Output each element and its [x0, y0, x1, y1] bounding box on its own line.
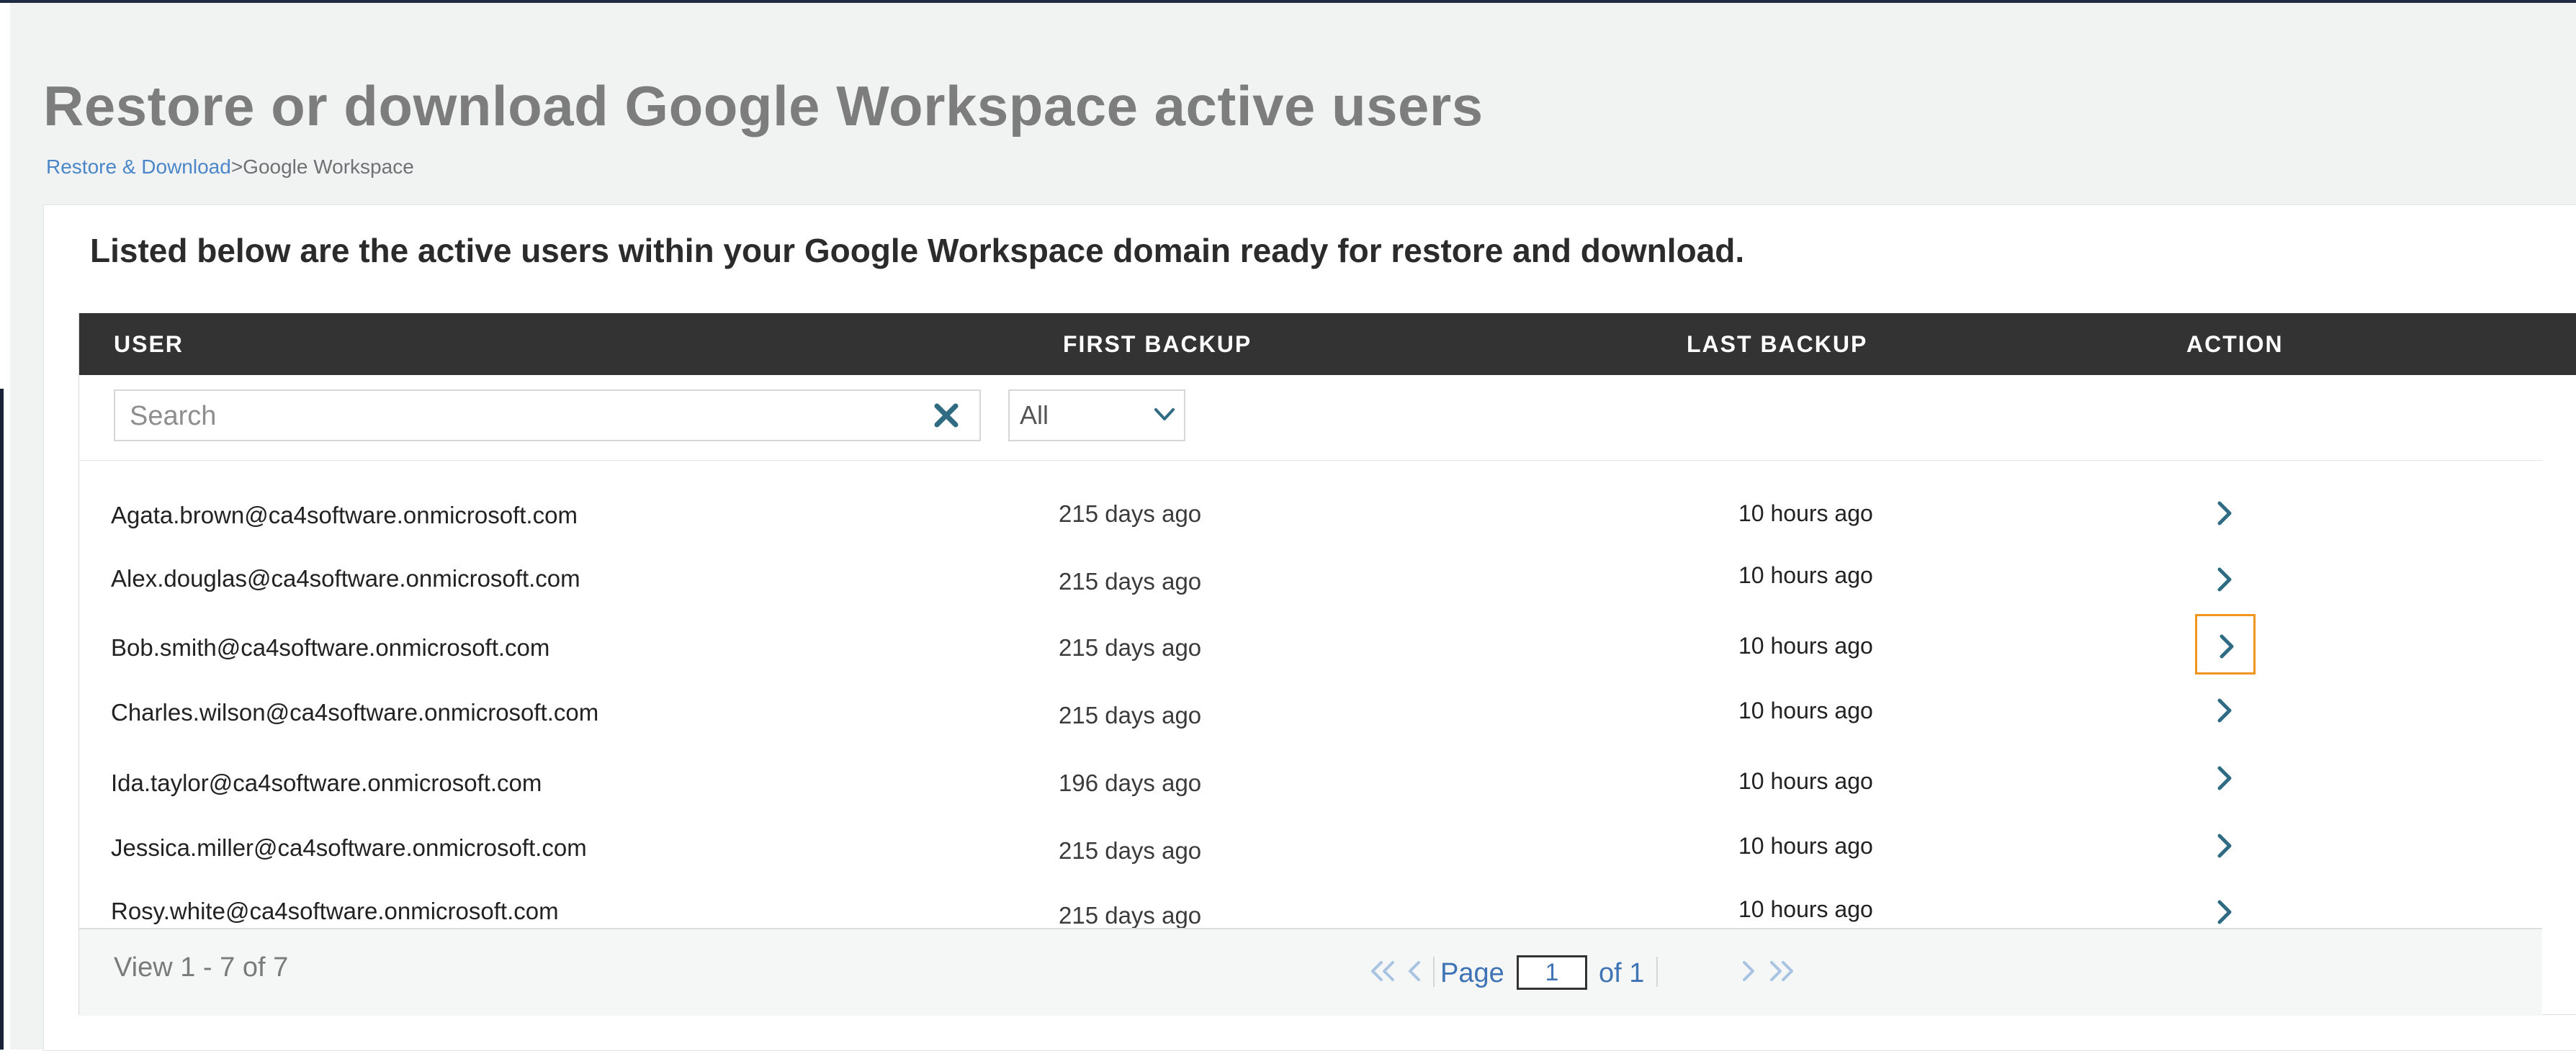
chevron-right-icon	[2217, 900, 2232, 924]
filter-row: All	[79, 375, 2542, 461]
chevron-right-icon	[2217, 501, 2232, 526]
last-backup-value: 10 hours ago	[1738, 768, 1873, 794]
last-backup-value: 10 hours ago	[1738, 698, 1873, 723]
pager-separator	[1433, 957, 1435, 987]
chevron-left-icon[interactable]	[1406, 960, 1423, 983]
chevron-right-icon	[2217, 834, 2232, 858]
last-backup-value: 10 hours ago	[1738, 833, 1873, 859]
table-row: Bob.smith@ca4software.onmicrosoft.com 21…	[79, 610, 2542, 675]
status-filter-select[interactable]: All	[1008, 389, 1185, 441]
breadcrumb: Restore & Download>Google Workspace	[46, 155, 414, 179]
page-number-input[interactable]	[1517, 955, 1587, 990]
chevron-right-icon	[2217, 766, 2232, 790]
user-email: Agata.brown@ca4software.onmicrosoft.com	[111, 502, 578, 528]
page-title: Restore or download Google Workspace act…	[43, 74, 1484, 137]
open-user-button[interactable]	[2195, 816, 2256, 876]
table-row: Rosy.white@ca4software.onmicrosoft.com 2…	[79, 869, 2542, 934]
pagination-footer: View 1 - 7 of 7 Page of 1	[79, 928, 2542, 1016]
user-email: Jessica.miller@ca4software.onmicrosoft.c…	[111, 834, 587, 861]
user-email: Charles.wilson@ca4software.onmicrosoft.c…	[111, 699, 599, 726]
breadcrumb-current: Google Workspace	[243, 155, 414, 178]
chevron-down-icon	[1154, 408, 1175, 420]
search-input[interactable]	[128, 391, 894, 441]
page-label: Page	[1440, 958, 1504, 988]
user-email: Alex.douglas@ca4software.onmicrosoft.com	[111, 565, 580, 592]
column-header-user: USER	[114, 331, 184, 357]
column-header-first-backup: FIRST BACKUP	[1063, 331, 1252, 357]
first-backup-value: 196 days ago	[1059, 770, 1202, 796]
last-backup-value: 10 hours ago	[1738, 896, 1873, 922]
open-user-button[interactable]	[2195, 549, 2256, 610]
status-filter-value: All	[1020, 400, 1049, 430]
open-user-button[interactable]	[2195, 748, 2256, 808]
breadcrumb-link-restore[interactable]: Restore & Download	[46, 155, 231, 178]
records-count: View 1 - 7 of 7	[114, 952, 289, 983]
close-x-icon[interactable]	[933, 402, 959, 428]
chevron-right-icon	[2217, 698, 2232, 723]
table-row: Jessica.miller@ca4software.onmicrosoft.c…	[79, 804, 2542, 869]
last-backup-value: 10 hours ago	[1738, 562, 1873, 588]
intro-text: Listed below are the active users within…	[90, 232, 1745, 269]
users-card: Listed below are the active users within…	[43, 204, 2576, 1051]
chevron-right-icon	[2220, 634, 2234, 659]
last-backup-value: 10 hours ago	[1738, 500, 1873, 526]
chevron-right-icon	[2217, 567, 2232, 592]
open-user-button[interactable]	[2195, 483, 2256, 543]
page-container: Restore or download Google Workspace act…	[10, 3, 2576, 1051]
table-row: Ida.taylor@ca4software.onmicrosoft.com 1…	[79, 739, 2542, 804]
table-row: Charles.wilson@ca4software.onmicrosoft.c…	[79, 675, 2542, 739]
first-backup-value: 215 days ago	[1059, 500, 1202, 527]
open-user-button[interactable]	[2195, 614, 2256, 675]
page-total: of 1	[1599, 958, 1645, 988]
first-backup-value: 215 days ago	[1059, 902, 1202, 929]
column-header-action: ACTION	[2186, 331, 2284, 357]
open-user-button[interactable]	[2195, 680, 2256, 741]
left-edge-bar	[0, 389, 4, 1050]
table-row: Alex.douglas@ca4software.onmicrosoft.com…	[79, 545, 2542, 610]
double-chevron-left-icon[interactable]	[1368, 960, 1397, 983]
column-header-last-backup: LAST BACKUP	[1687, 331, 1868, 357]
table-header: USER FIRST BACKUP LAST BACKUP ACTION	[79, 313, 2576, 375]
breadcrumb-separator: >	[230, 155, 243, 178]
user-email: Ida.taylor@ca4software.onmicrosoft.com	[111, 770, 542, 796]
first-backup-value: 215 days ago	[1059, 568, 1202, 595]
last-backup-value: 10 hours ago	[1738, 633, 1873, 659]
search-box	[114, 389, 981, 441]
first-backup-value: 215 days ago	[1059, 702, 1202, 729]
user-email: Rosy.white@ca4software.onmicrosoft.com	[111, 898, 559, 924]
double-chevron-right-icon[interactable]	[1767, 960, 1796, 983]
chevron-right-icon[interactable]	[1740, 960, 1757, 983]
table-row: Agata.brown@ca4software.onmicrosoft.com …	[79, 480, 2542, 545]
users-table: USER FIRST BACKUP LAST BACKUP ACTION All	[78, 313, 2576, 1016]
pager-separator	[1656, 957, 1658, 987]
user-email: Bob.smith@ca4software.onmicrosoft.com	[111, 634, 550, 661]
first-backup-value: 215 days ago	[1059, 634, 1202, 661]
first-backup-value: 215 days ago	[1059, 837, 1202, 864]
